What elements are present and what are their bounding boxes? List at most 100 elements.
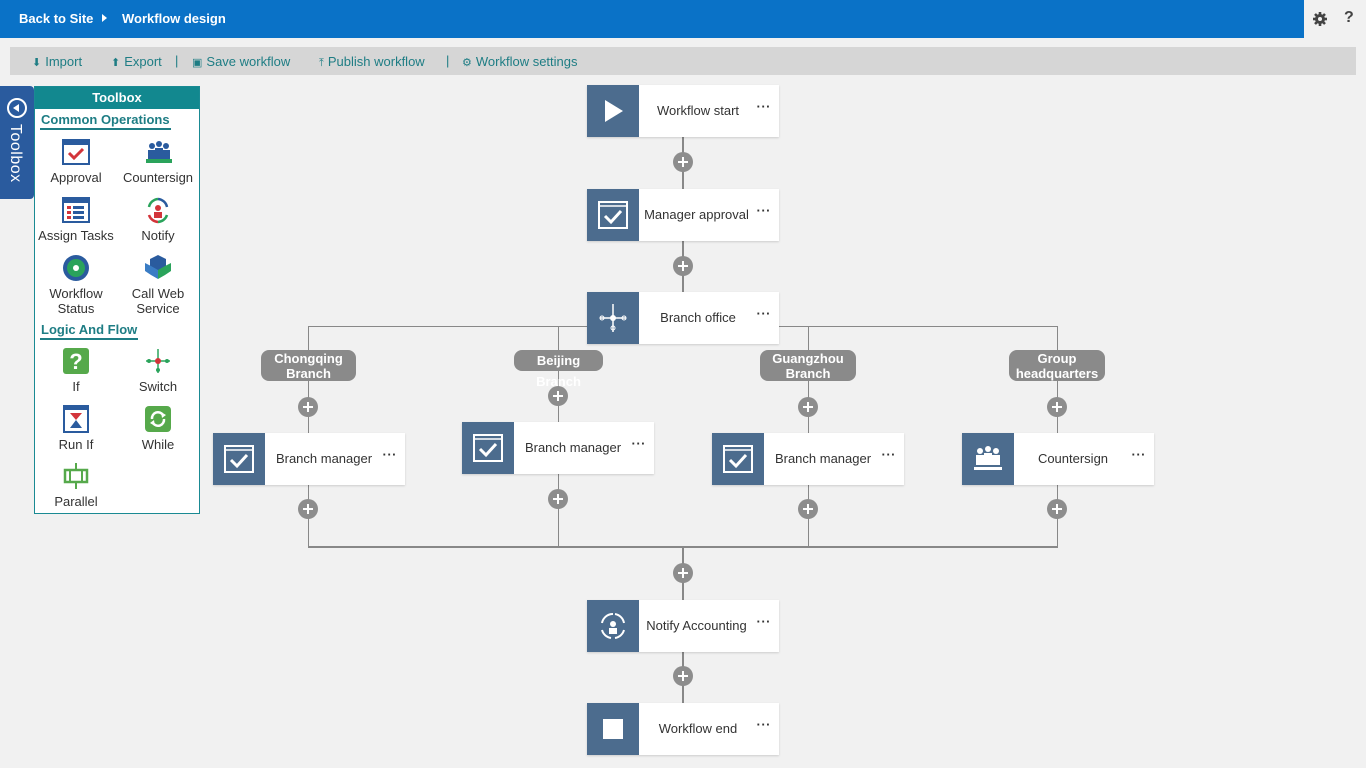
upload-icon: ⬆: [111, 57, 121, 69]
breadcrumb-arrow-icon: [102, 14, 107, 22]
add-step-button[interactable]: [1047, 499, 1067, 519]
parallel-icon: [63, 463, 89, 489]
tool-call-web-service[interactable]: Call Web Service: [118, 253, 198, 316]
download-icon: ⬇: [32, 57, 42, 69]
toolbox-tab-label: Toolbox: [7, 124, 24, 183]
countersign-icon: [962, 433, 1014, 485]
branch-label-chongqing[interactable]: Chongqing Branch: [261, 350, 356, 381]
node-label: Workflow end: [658, 721, 738, 736]
tool-workflow-status[interactable]: Workflow Status: [36, 253, 116, 316]
branch-label-text: Group: [1037, 351, 1077, 366]
assign-tasks-icon: [62, 197, 90, 223]
section-logic-and-flow: Logic And Flow: [40, 322, 139, 340]
node-label: Branch manager: [275, 451, 373, 466]
tool-switch[interactable]: Switch: [118, 346, 198, 394]
section-common-operations: Common Operations: [40, 112, 171, 130]
node-chongqing-branch-manager[interactable]: Branch manager ···: [213, 433, 405, 485]
toolbox-toggle-tab[interactable]: Toolbox: [0, 86, 34, 199]
node-beijing-branch-manager[interactable]: Branch manager ···: [462, 422, 654, 474]
tool-approval[interactable]: Approval: [36, 137, 116, 185]
export-button[interactable]: ⬆ Export: [111, 54, 162, 69]
add-step-button[interactable]: [798, 499, 818, 519]
workflow-status-icon: [63, 255, 89, 281]
node-workflow-start[interactable]: Workflow start ···: [587, 85, 779, 137]
publish-icon: ⤒: [319, 57, 324, 69]
play-icon: [587, 85, 639, 137]
branch-label-text: Branch: [785, 366, 831, 381]
tool-label: Parallel: [54, 494, 98, 509]
add-step-button[interactable]: [1047, 397, 1067, 417]
more-options-button[interactable]: ···: [757, 306, 772, 321]
branch-label-group-headquarters[interactable]: Group headquarters: [1009, 350, 1105, 381]
add-step-button[interactable]: [298, 397, 318, 417]
branch-label-guangzhou[interactable]: Guangzhou Branch: [760, 350, 856, 381]
tool-notify[interactable]: Notify: [118, 195, 198, 243]
node-manager-approval[interactable]: Manager approval ···: [587, 189, 779, 241]
branch-label-text: Chongqing: [274, 351, 343, 366]
add-step-button[interactable]: [798, 397, 818, 417]
node-notify-accounting[interactable]: Notify Accounting ···: [587, 600, 779, 652]
svg-text:?: ?: [69, 349, 82, 374]
node-guangzhou-branch-manager[interactable]: Branch manager ···: [712, 433, 904, 485]
more-options-button[interactable]: ···: [882, 447, 897, 462]
workflow-settings-label: Workflow settings: [475, 54, 578, 69]
tool-label: Switch: [138, 379, 178, 394]
branch-label-text: Branch: [286, 366, 331, 381]
node-countersign[interactable]: Countersign ···: [962, 433, 1154, 485]
node-label: Manager approval: [644, 207, 749, 222]
if-question-icon: ?: [63, 348, 89, 374]
branch-label-beijing[interactable]: Beijing Branch: [514, 350, 603, 389]
branch-label-text: Beijing Branch: [536, 353, 581, 389]
tool-label: Call Web: [131, 286, 185, 301]
workflow-settings-button[interactable]: ⚙ Workflow settings: [462, 54, 578, 69]
tool-label: Run If: [58, 437, 94, 452]
tool-run-if[interactable]: Run If: [36, 404, 116, 452]
publish-label: Publish workflow: [327, 54, 425, 69]
branch-label-text: headquarters: [1015, 366, 1099, 381]
more-options-button[interactable]: ···: [757, 614, 772, 629]
add-step-button[interactable]: [673, 256, 693, 276]
save-workflow-button[interactable]: ▣ Save workflow: [192, 54, 290, 69]
add-step-button[interactable]: [673, 152, 693, 172]
switch-icon: [146, 349, 170, 373]
more-options-button[interactable]: ···: [757, 717, 772, 732]
add-step-button[interactable]: [673, 666, 693, 686]
toolbar-separator: |: [446, 53, 450, 68]
more-options-button[interactable]: ···: [383, 447, 398, 462]
tool-while[interactable]: While: [118, 404, 198, 452]
toolbox-title: Toolbox: [35, 87, 199, 109]
import-button[interactable]: ⬇ Import: [32, 54, 82, 69]
tool-label: Service: [136, 301, 180, 316]
page-title: Workflow design: [122, 11, 226, 26]
node-label: Branch manager: [774, 451, 872, 466]
node-label: Notify Accounting: [646, 618, 747, 633]
export-label: Export: [124, 54, 162, 69]
notify-icon: [147, 197, 169, 224]
back-to-site-link[interactable]: Back to Site: [19, 11, 93, 26]
tool-assign-tasks[interactable]: Assign Tasks: [36, 195, 116, 243]
more-options-button[interactable]: ···: [757, 203, 772, 218]
more-options-button[interactable]: ···: [632, 436, 647, 451]
tool-parallel[interactable]: Parallel: [36, 461, 116, 509]
tool-countersign[interactable]: Countersign: [118, 137, 198, 185]
branch-label-text: Guangzhou: [772, 351, 844, 366]
gear-icon[interactable]: [1312, 11, 1328, 27]
tool-label: Workflow: [49, 286, 103, 301]
help-button[interactable]: ?: [1344, 9, 1354, 27]
node-workflow-end[interactable]: Workflow end ···: [587, 703, 779, 755]
add-step-button[interactable]: [548, 489, 568, 509]
more-options-button[interactable]: ···: [1132, 447, 1147, 462]
node-branch-office[interactable]: Branch office ···: [587, 292, 779, 344]
more-options-button[interactable]: ···: [757, 99, 772, 114]
add-step-button[interactable]: [298, 499, 318, 519]
tool-if[interactable]: ? If: [36, 346, 116, 394]
toolbar: ⬇ Import ⬆ Export | ▣ Save workflow ⤒ Publis…: [10, 47, 1356, 75]
approval-icon: [213, 433, 265, 485]
while-loop-icon: [145, 406, 171, 432]
node-label: Workflow start: [656, 103, 740, 118]
approval-icon: [462, 422, 514, 474]
add-step-button[interactable]: [673, 563, 693, 583]
tool-label: Assign Tasks: [38, 228, 114, 243]
publish-workflow-button[interactable]: ⤒ Publish workflow: [319, 54, 425, 70]
top-bar: Back to Site Workflow design: [0, 0, 1304, 38]
